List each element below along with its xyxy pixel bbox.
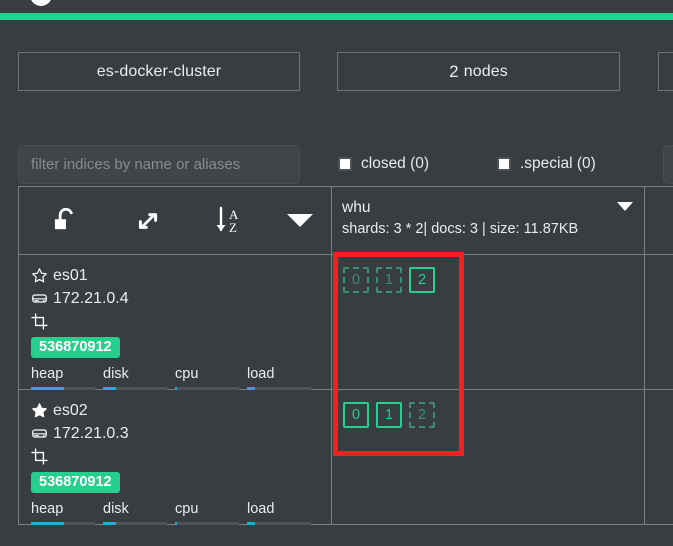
caret-down-icon[interactable] xyxy=(269,214,331,227)
index-header-cell-next[interactable] xyxy=(645,187,673,255)
metric-label: load xyxy=(247,366,275,382)
checkbox-square-icon[interactable] xyxy=(338,157,352,171)
node-row: es02 172.21.0.3 536870912 heap disk cpu load 0 1… xyxy=(19,390,673,525)
shards-cell: 012 xyxy=(332,390,645,525)
node-metric: heap xyxy=(31,501,103,525)
node-name-line: es01 xyxy=(31,264,321,287)
node-ip: 172.21.0.3 xyxy=(53,424,129,442)
shard-list: 012 xyxy=(332,255,644,293)
node-info-cell[interactable]: es02 172.21.0.3 536870912 heap disk cpu load xyxy=(19,390,332,525)
closed-indices-label: closed (0) xyxy=(361,155,430,172)
node-memory-badge: 536870912 xyxy=(31,472,120,493)
app-logo-glyph xyxy=(30,0,52,6)
metric-label: load xyxy=(247,501,275,517)
node-metric: heap xyxy=(31,366,103,390)
node-metrics: heap disk cpu load xyxy=(31,501,321,525)
node-metric: load xyxy=(247,501,319,525)
svg-text:Z: Z xyxy=(229,220,237,235)
star-outline-icon xyxy=(31,267,53,284)
special-indices-label: .special (0) xyxy=(520,155,596,172)
node-metric: load xyxy=(247,366,319,390)
sort-az-icon[interactable]: A Z xyxy=(191,205,269,237)
nodes-count-value: 2 xyxy=(449,61,459,81)
metric-label: disk xyxy=(103,366,129,382)
node-memory-badge: 536870912 xyxy=(31,337,120,358)
cerebro-overview-page: es-docker-cluster 2 nodes closed (0) .sp… xyxy=(0,0,673,546)
metric-label: cpu xyxy=(175,501,199,517)
node-metric: disk xyxy=(103,366,175,390)
node-rows-container: es01 172.21.0.4 536870912 heap disk cpu load 0 1… xyxy=(19,255,673,525)
node-name: es01 xyxy=(53,266,88,284)
node-role-line xyxy=(31,445,321,468)
node-metric: disk xyxy=(103,501,175,525)
node-body: es02 172.21.0.3 536870912 heap disk cpu load xyxy=(19,390,331,525)
node-metric: cpu xyxy=(175,366,247,390)
cluster-name-label: es-docker-cluster xyxy=(96,62,222,80)
disk-icon xyxy=(31,425,53,442)
node-role-line xyxy=(31,310,321,333)
metric-fill xyxy=(103,522,116,525)
index-header: whu shards: 3 * 2| docs: 3 | size: 11.87… xyxy=(332,187,644,240)
shard-list: 012 xyxy=(332,390,644,428)
node-metrics: heap disk cpu load xyxy=(31,366,321,390)
cluster-health-bar xyxy=(0,13,673,20)
star-filled-icon xyxy=(31,402,53,419)
index-header-cell[interactable]: whu shards: 3 * 2| docs: 3 | size: 11.87… xyxy=(332,187,645,255)
unlock-icon[interactable] xyxy=(27,207,105,235)
node-ip-line: 172.21.0.4 xyxy=(31,287,321,310)
crop-icon xyxy=(31,448,53,465)
secondary-filter-input[interactable] xyxy=(663,145,673,184)
crop-icon xyxy=(31,313,53,330)
node-name: es02 xyxy=(53,401,88,419)
shard-replica[interactable]: 1 xyxy=(376,267,402,293)
nodes-count-label: nodes xyxy=(463,62,508,80)
metric-fill xyxy=(247,522,255,525)
shard-replica[interactable]: 2 xyxy=(409,402,435,428)
metric-track xyxy=(175,522,239,525)
nodes-count-box[interactable]: 2 nodes xyxy=(337,52,620,91)
special-indices-checkbox[interactable]: .special (0) xyxy=(497,155,596,173)
shard-primary[interactable]: 2 xyxy=(409,267,435,293)
cluster-name-box[interactable]: es-docker-cluster xyxy=(18,52,300,91)
shard-primary[interactable]: 1 xyxy=(376,402,402,428)
top-strip xyxy=(0,0,673,13)
node-row: es01 172.21.0.4 536870912 heap disk cpu load 0 1… xyxy=(19,255,673,390)
node-ip-line: 172.21.0.3 xyxy=(31,422,321,445)
shards-cell-next xyxy=(645,390,673,525)
node-body: es01 172.21.0.4 536870912 heap disk cpu load xyxy=(19,255,331,390)
grid-toolbar: A Z xyxy=(19,187,331,254)
metric-track xyxy=(247,522,311,525)
caret-shape xyxy=(287,214,313,227)
grid-header-row: A Z whu shards: 3 * 2| docs: 3 | size: 1… xyxy=(19,187,673,255)
shard-primary[interactable]: 0 xyxy=(343,402,369,428)
index-name: whu xyxy=(342,199,371,216)
header-area: es-docker-cluster 2 nodes closed (0) .sp… xyxy=(0,20,673,186)
shards-cell-next xyxy=(645,255,673,390)
node-name-line: es02 xyxy=(31,399,321,422)
shards-cell: 012 xyxy=(332,255,645,390)
node-metric: cpu xyxy=(175,501,247,525)
metric-label: cpu xyxy=(175,366,199,382)
disk-icon xyxy=(31,290,53,307)
cluster-grid: A Z whu shards: 3 * 2| docs: 3 | size: 1… xyxy=(18,186,673,525)
shard-replica[interactable]: 0 xyxy=(343,267,369,293)
node-info-cell[interactable]: es01 172.21.0.4 536870912 heap disk cpu load xyxy=(19,255,332,390)
metric-track xyxy=(31,522,95,525)
index-menu-caret-icon[interactable] xyxy=(617,202,633,211)
metric-label: disk xyxy=(103,501,129,517)
indices-count-box[interactable] xyxy=(658,52,673,91)
metric-track xyxy=(103,522,167,525)
closed-indices-checkbox[interactable]: closed (0) xyxy=(338,155,429,173)
grid-toolbar-cell: A Z xyxy=(19,187,332,255)
index-filter-input[interactable] xyxy=(18,145,300,184)
metric-fill xyxy=(175,522,177,525)
node-ip: 172.21.0.4 xyxy=(53,289,129,307)
metric-fill xyxy=(31,522,64,525)
index-meta: shards: 3 * 2| docs: 3 | size: 11.87KB xyxy=(342,221,579,238)
metric-label: heap xyxy=(31,501,64,517)
expand-icon[interactable] xyxy=(105,207,191,235)
checkbox-square-icon[interactable] xyxy=(497,157,511,171)
metric-label: heap xyxy=(31,366,64,382)
